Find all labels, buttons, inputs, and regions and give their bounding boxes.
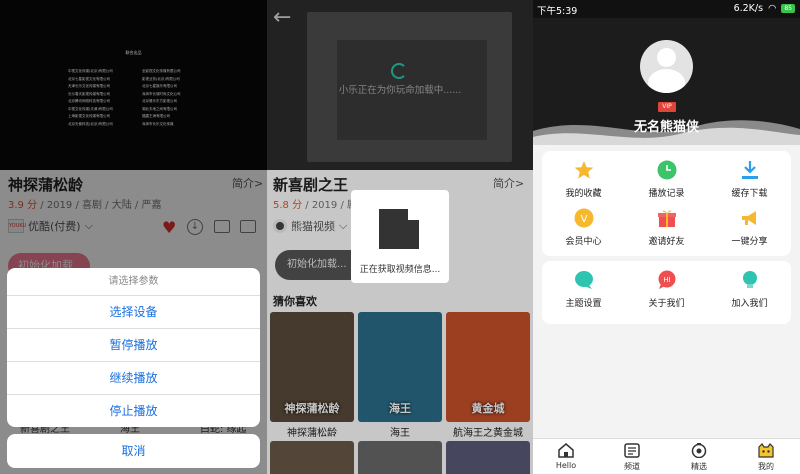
credits-left: 中视文化传媒(北京)有限公司 北京七星影视文化有限公司 天津长乐文化传媒有限公司长… [68,69,113,126]
svg-text:HI: HI [663,276,670,284]
clock-icon [657,160,677,180]
menu-share[interactable]: 一键分享 [708,208,791,247]
menu-about[interactable]: HI 关于我们 [625,270,708,309]
featured-compass-icon [691,443,707,459]
menu-invite-friends[interactable]: 邀请好友 [625,208,708,247]
gift-icon [657,208,677,228]
function-card: 我的收藏 播放记录 缓存下载 V 会员中心 邀请好友 一键分享 [542,151,791,256]
tab-hello[interactable]: Hello [533,441,599,470]
star-icon [574,160,594,180]
username: 无名熊猫侠 [633,120,699,135]
video-player[interactable]: 联合出品 中视文化传媒(北京)有限公司 北京七星影视文化有限公司 天津长乐文化传媒… [0,0,267,170]
credits-right: 全影视文化传媒有限公司 影视业务(北京)有限公司 北京七星娱乐有限公司 深圳市长城时… [142,69,181,126]
home-icon [558,443,574,458]
download-icon [740,160,760,180]
vip-coin-icon: V [574,208,594,228]
pause-play-option[interactable]: 暂停播放 [7,329,260,362]
menu-theme[interactable]: 主题设置 [542,270,625,309]
net-speed: 6.2K/s [733,3,764,14]
loading-dialog-text: 正在获取视频信息... [359,265,441,275]
bulb-icon [740,270,760,290]
menu-join-us[interactable]: 加入我们 [708,270,791,309]
menu-history[interactable]: 播放记录 [625,160,708,199]
loading-dialog: 正在获取视频信息... [351,190,449,283]
menu-downloads[interactable]: 缓存下载 [708,160,791,199]
status-time: 下午5:39 [537,6,578,17]
select-device-option[interactable]: 选择设备 [7,296,260,329]
settings-card: 主题设置 HI 关于我们 加入我们 [542,261,791,324]
hi-bubble-icon: HI [657,270,677,290]
menu-vip-center[interactable]: V 会员中心 [542,208,625,247]
vip-badge: VIP [658,102,676,112]
theme-bubble-icon [574,270,594,290]
loading-square-icon [379,209,419,249]
megaphone-icon [740,208,760,228]
status-bar: 下午5:39 6.2K/s ◠ 85 [533,0,800,18]
battery-icon: 85 [781,4,795,13]
profile-header: VIP 无名熊猫侠 [533,18,800,145]
cancel-button[interactable]: 取消 [7,434,260,468]
wifi-icon: ◠ [768,3,777,14]
panel-video-detail-youku: 联合出品 中视文化传媒(北京)有限公司 北京七星影视文化有限公司 天津长乐文化传媒… [0,0,267,474]
menu-favorites[interactable]: 我的收藏 [542,160,625,199]
tab-featured[interactable]: 精选 [666,441,732,472]
tab-mine[interactable]: 我的 [733,441,799,472]
avatar[interactable] [640,40,693,93]
panel-video-detail-loading: ← 小乐正在为你玩命加载中...... 新喜剧之王 简介> 5.8 分 / 20… [267,0,533,474]
svg-text:V: V [580,214,587,225]
credits-title: 联合出品 [125,50,142,55]
channel-list-icon [624,443,640,458]
bottom-tab-bar: Hello 频道 精选 我的 [533,438,800,474]
cat-face-icon [758,443,774,458]
sheet-title: 请选择参数 [7,268,260,296]
tab-channel[interactable]: 频道 [599,441,665,472]
action-sheet: 请选择参数 选择设备 暂停播放 继续播放 停止播放 [7,268,260,427]
resume-play-option[interactable]: 继续播放 [7,362,260,395]
stop-play-option[interactable]: 停止播放 [7,395,260,427]
panel-profile: 下午5:39 6.2K/s ◠ 85 VIP 无名熊猫侠 我的收藏 播放记录 缓… [533,0,800,474]
